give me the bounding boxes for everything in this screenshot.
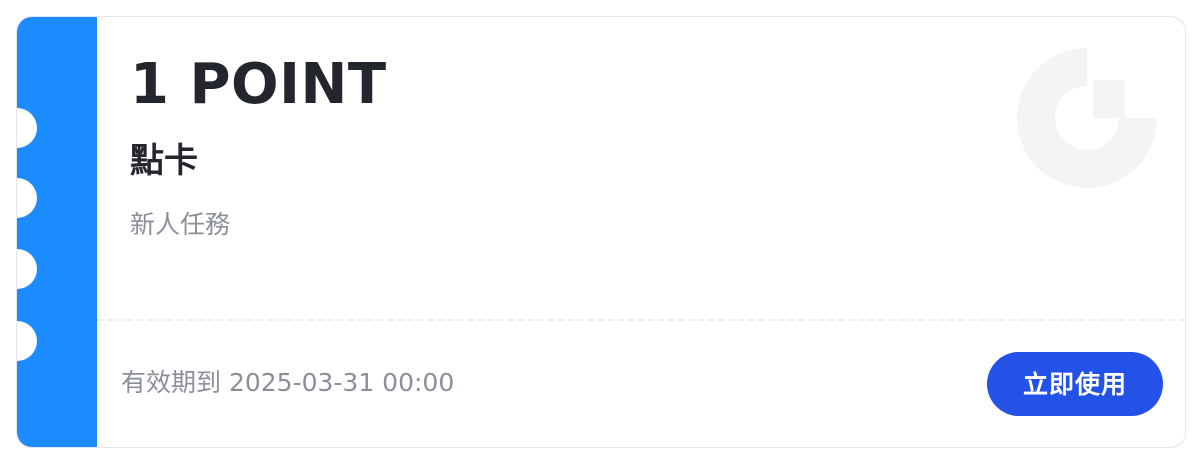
coupon-name: 點卡 [130, 141, 198, 181]
brand-g-icon [1017, 48, 1157, 188]
coupon-notch [17, 108, 37, 148]
coupon-stub [17, 17, 97, 447]
use-now-button[interactable]: 立即使用 [987, 352, 1163, 416]
dashed-divider [97, 319, 1185, 321]
coupon-notch [17, 178, 37, 218]
coupon-notch [17, 321, 37, 361]
points-value: 1 POINT [130, 52, 387, 117]
coupon-source: 新人任務 [130, 210, 231, 239]
coupon-notch [17, 249, 37, 289]
expiry-date: 有效期到 2025-03-31 00:00 [121, 368, 455, 397]
point-coupon-card: 1 POINT 點卡 新人任務 有效期到 2025-03-31 00:00 立即… [16, 16, 1186, 448]
